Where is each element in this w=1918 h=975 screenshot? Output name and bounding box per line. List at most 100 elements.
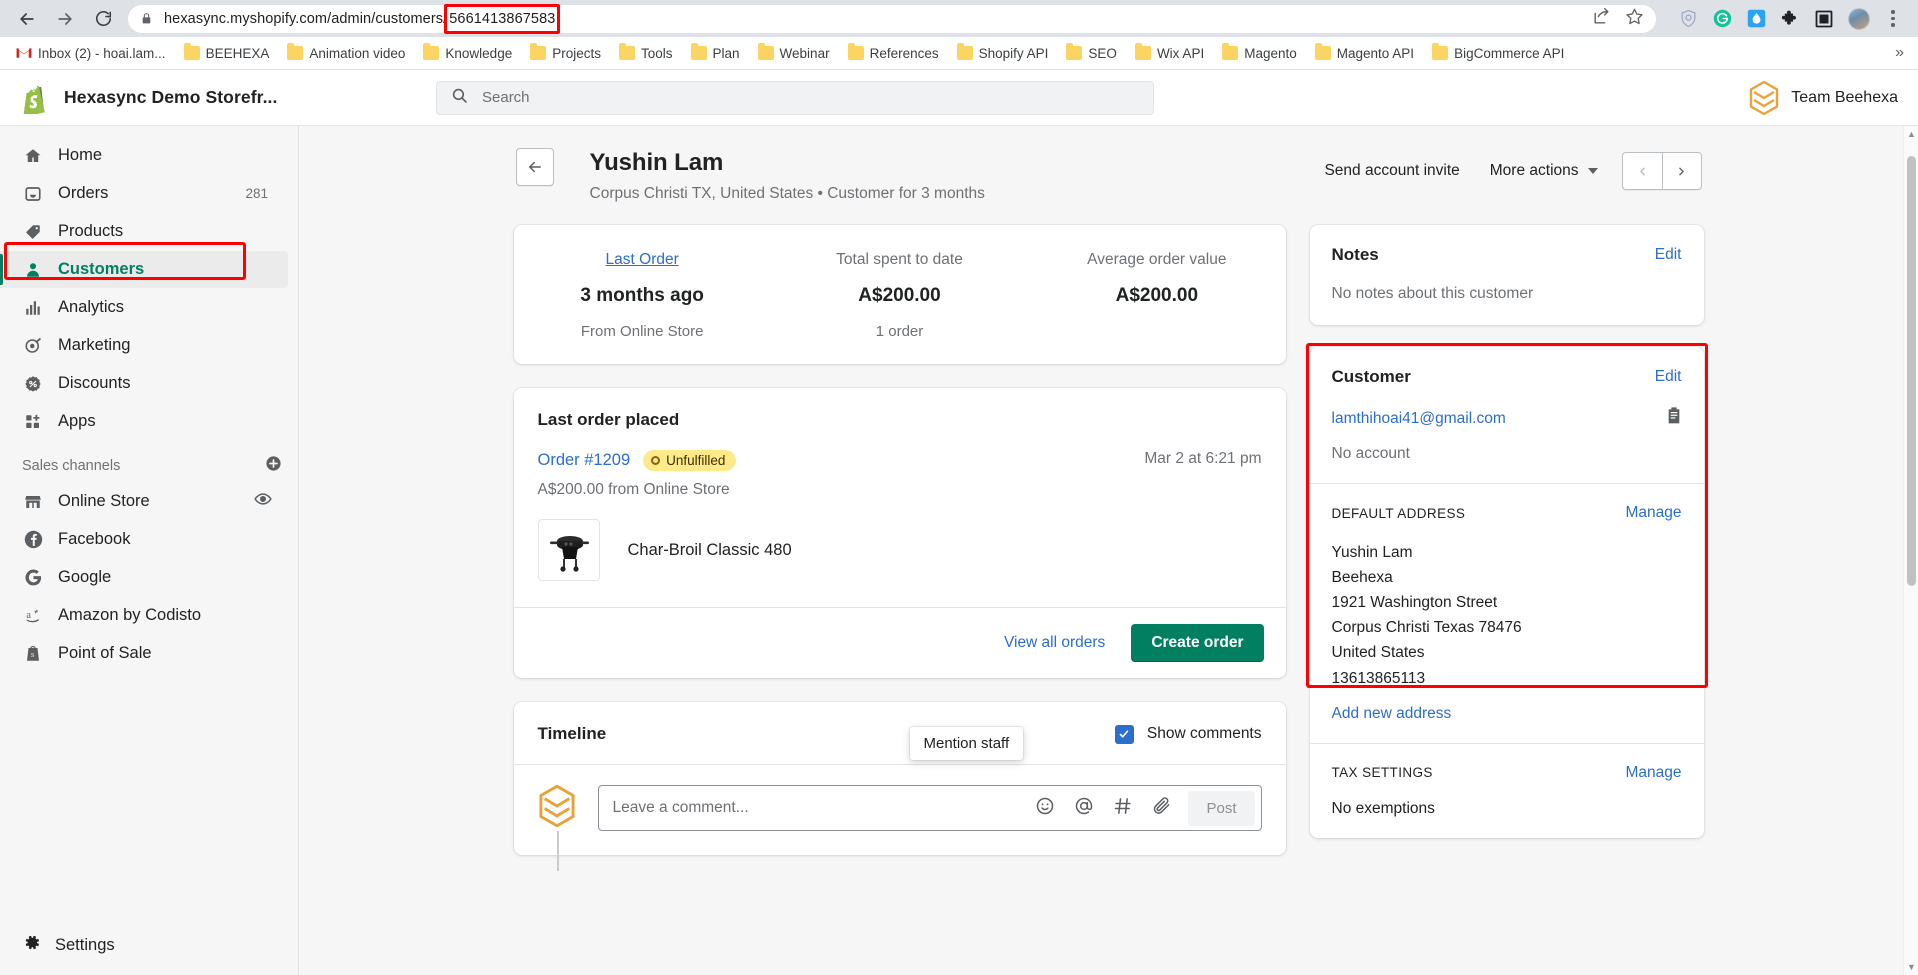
- manage-address-link[interactable]: Manage: [1625, 504, 1681, 522]
- products-tag-icon: [22, 221, 44, 243]
- store-brand[interactable]: Hexasync Demo Storefr...: [20, 82, 300, 114]
- bookmark-item[interactable]: SEO: [1058, 43, 1125, 64]
- grammarly-icon[interactable]: [1712, 9, 1732, 29]
- sidebar-item-facebook[interactable]: Facebook: [0, 521, 288, 558]
- mention-at-icon[interactable]: [1074, 796, 1094, 821]
- order-product-row: Char-Broil Classic 480: [514, 499, 1286, 607]
- eye-icon[interactable]: [254, 490, 272, 513]
- comment-input[interactable]: [612, 799, 1036, 817]
- stat-last-order: Last Order 3 months ago From Online Stor…: [514, 251, 771, 340]
- previous-customer-button[interactable]: [1621, 152, 1662, 190]
- account-menu[interactable]: Team Beehexa: [1749, 80, 1898, 115]
- bookmark-item[interactable]: Plan: [683, 43, 748, 64]
- show-comments-checkbox[interactable]: [1114, 724, 1134, 744]
- scroll-down-arrow[interactable]: ▼: [1904, 959, 1918, 975]
- address-bar[interactable]: hexasync.myshopify.com/admin/customers/5…: [128, 3, 1656, 34]
- bookmark-item[interactable]: BigCommerce API: [1424, 43, 1572, 64]
- bookmark-item[interactable]: Knowledge: [415, 43, 520, 64]
- notes-edit-link[interactable]: Edit: [1655, 246, 1682, 264]
- view-all-orders-link[interactable]: View all orders: [1004, 634, 1105, 652]
- order-line: Order #1209 Unfulfilled: [538, 450, 737, 471]
- hashtag-icon[interactable]: [1113, 796, 1133, 821]
- bookmark-item[interactable]: Shopify API: [949, 43, 1057, 64]
- stat-label[interactable]: Last Order: [514, 251, 771, 269]
- add-sales-channel-icon[interactable]: [265, 455, 282, 476]
- sidebar-item-home[interactable]: Home: [0, 137, 288, 174]
- share-icon[interactable]: [1592, 7, 1611, 31]
- bookmark-item[interactable]: Magento: [1214, 43, 1305, 64]
- bookmark-item[interactable]: Wix API: [1127, 43, 1212, 64]
- send-account-invite-button[interactable]: Send account invite: [1310, 154, 1473, 188]
- create-order-button[interactable]: Create order: [1131, 624, 1264, 662]
- kebab-menu-icon[interactable]: [1884, 10, 1902, 27]
- bookmark-item[interactable]: BEEHEXA: [176, 43, 278, 64]
- bookmark-item[interactable]: References: [840, 43, 947, 64]
- beehexa-logo-icon: [1749, 80, 1779, 115]
- sidebar-item-amazon[interactable]: a Amazon by Codisto: [0, 597, 288, 634]
- bookmark-label: SEO: [1088, 45, 1117, 61]
- bookmark-item[interactable]: Projects: [522, 43, 609, 64]
- back-button[interactable]: [515, 148, 554, 186]
- sidebar-label: Google: [58, 568, 112, 586]
- bookmark-item[interactable]: Magento API: [1307, 43, 1422, 64]
- google-icon: [22, 567, 44, 589]
- page-heading-block: Yushin Lam Corpus Christi TX, United Sta…: [590, 148, 985, 203]
- global-search[interactable]: [436, 80, 1154, 115]
- gear-icon: [22, 933, 41, 957]
- copy-icon[interactable]: [1666, 407, 1682, 430]
- folder-icon: [423, 43, 440, 60]
- sidebar-item-analytics[interactable]: Analytics: [0, 289, 288, 326]
- square-icon[interactable]: [1814, 9, 1834, 29]
- sidebar-item-apps[interactable]: Apps: [0, 403, 288, 440]
- scrollbar-thumb[interactable]: [1907, 156, 1916, 586]
- sales-channels-header: Sales channels: [0, 441, 298, 482]
- bookmarks-overflow-button[interactable]: »: [1895, 44, 1910, 62]
- order-number-link[interactable]: Order #1209: [538, 451, 631, 470]
- more-actions-button[interactable]: More actions: [1474, 154, 1608, 188]
- bookmark-star-icon[interactable]: [1625, 7, 1644, 31]
- emoji-icon[interactable]: [1035, 796, 1055, 821]
- bookmark-item[interactable]: Webinar: [750, 43, 838, 64]
- folder-icon: [757, 43, 774, 60]
- sidebar-label: Marketing: [58, 336, 131, 354]
- add-new-address-link[interactable]: Add new address: [1332, 705, 1682, 723]
- sidebar-label: Products: [58, 222, 124, 240]
- forward-arrow-icon[interactable]: [48, 2, 82, 36]
- sidebar-item-google[interactable]: Google: [0, 559, 288, 596]
- reload-icon[interactable]: [86, 2, 120, 36]
- folder-icon: [847, 43, 864, 60]
- scroll-up-arrow[interactable]: ▲: [1904, 126, 1918, 142]
- bookmark-item[interactable]: Inbox (2) - hoai.lam...: [8, 43, 174, 64]
- puzzle-piece-icon[interactable]: [1780, 9, 1800, 29]
- profile-avatar[interactable]: [1848, 7, 1870, 30]
- post-comment-button[interactable]: Post: [1188, 790, 1255, 826]
- address-line: Beehexa: [1331, 569, 1393, 587]
- sidebar-item-marketing[interactable]: Marketing: [0, 327, 288, 364]
- bookmark-item[interactable]: Animation video: [279, 43, 413, 64]
- sidebar-item-point-of-sale[interactable]: S Point of Sale: [0, 635, 288, 672]
- sidebar-item-orders[interactable]: Orders 281: [0, 175, 288, 212]
- customer-edit-link[interactable]: Edit: [1655, 368, 1682, 386]
- search-input[interactable]: [482, 89, 1139, 106]
- bookmark-item[interactable]: Tools: [611, 43, 681, 64]
- sidebar-item-settings[interactable]: Settings: [0, 933, 298, 957]
- next-customer-button[interactable]: [1661, 152, 1702, 190]
- comment-input-box[interactable]: Post: [597, 785, 1262, 831]
- attachment-paperclip-icon[interactable]: [1152, 796, 1172, 821]
- folder-icon: [619, 43, 635, 60]
- sidebar-item-products[interactable]: Products: [0, 213, 288, 250]
- water-drop-icon[interactable]: [1746, 9, 1766, 29]
- sidebar-label: Point of Sale: [58, 644, 152, 662]
- page-scrollbar[interactable]: ▲ ▼: [1903, 126, 1918, 975]
- sidebar-item-online-store[interactable]: Online Store: [0, 483, 288, 520]
- sidebar-item-discounts[interactable]: Discounts: [0, 365, 288, 402]
- customer-email-link[interactable]: lamthihoai41@gmail.com: [1332, 410, 1506, 428]
- back-arrow-icon[interactable]: [10, 2, 44, 36]
- stat-sub: 1 order: [875, 323, 924, 340]
- bookmark-label: Knowledge: [445, 45, 513, 61]
- notes-title: Notes: [1331, 245, 1379, 264]
- manage-tax-link[interactable]: Manage: [1625, 764, 1681, 782]
- shield-icon[interactable]: [1678, 9, 1698, 29]
- sidebar-item-customers[interactable]: Customers: [0, 251, 288, 288]
- show-comments-toggle[interactable]: Show comments: [1114, 724, 1262, 744]
